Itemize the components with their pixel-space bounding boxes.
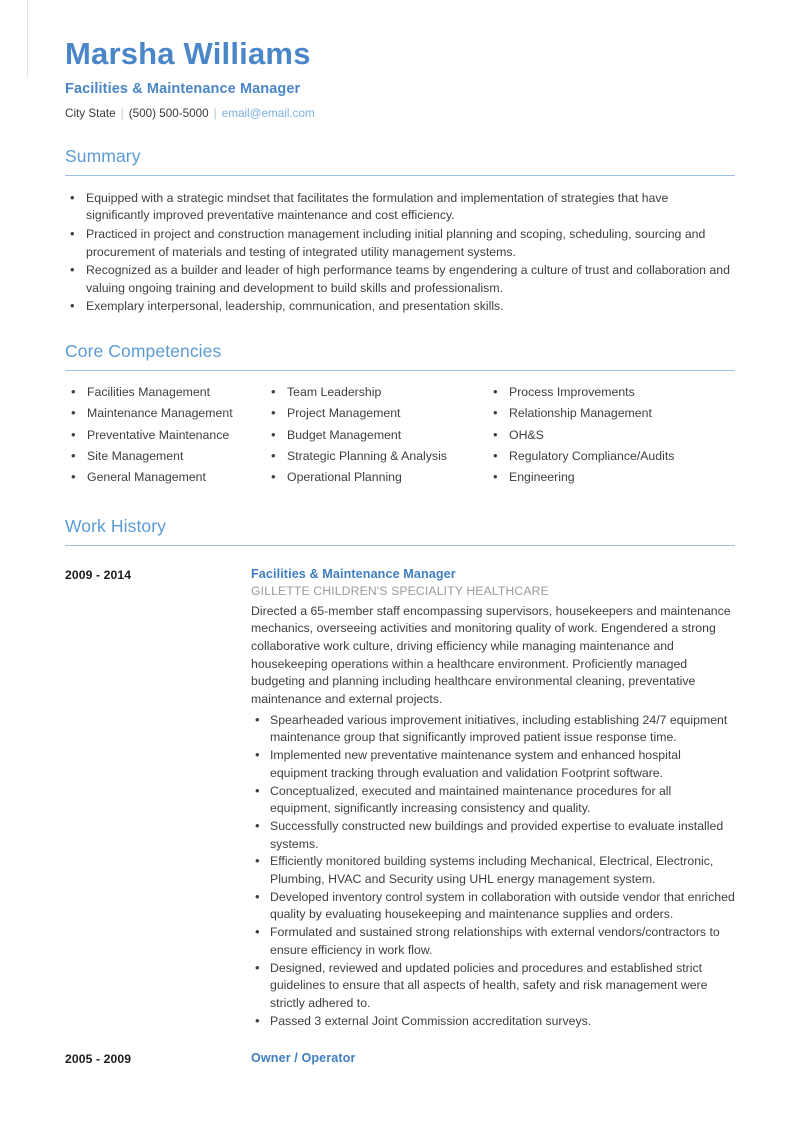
job-dates: 2009 - 2014 [65, 567, 132, 582]
list-item: Formulated and sustained strong relation… [251, 923, 735, 959]
competencies-column-3: Process Improvements Relationship Manage… [487, 383, 717, 491]
job-role: Owner / Operator [251, 1051, 356, 1066]
list-item: Developed inventory control system in co… [251, 888, 735, 924]
job-details: Facilities & Maintenance Manager GILLETT… [251, 567, 735, 1031]
competencies-section: Core Competencies Facilities Management … [65, 341, 735, 491]
job-dates: 2005 - 2009 [65, 1052, 132, 1067]
list-item: Passed 3 external Joint Commission accre… [251, 1012, 735, 1031]
job-description: Directed a 65-member staff encompassing … [251, 603, 731, 707]
competencies-heading: Core Competencies [65, 340, 222, 361]
summary-heading: Summary [65, 145, 141, 166]
list-item: OH&S [487, 426, 717, 445]
competencies-column-1: Facilities Management Maintenance Manage… [65, 383, 265, 491]
work-history-heading: Work History [65, 515, 167, 536]
list-item: Strategic Planning & Analysis [265, 447, 487, 466]
summary-rule [65, 174, 735, 176]
resume-header: Marsha Williams Facilities & Maintenance… [65, 0, 735, 121]
list-item: Process Improvements [487, 383, 717, 402]
contact-separator-1: | [120, 106, 124, 120]
summary-section: Summary Equipped with a strategic mindse… [65, 146, 735, 316]
summary-bullet-list: Equipped with a strategic mindset that f… [65, 189, 735, 316]
competencies-column-2: Team Leadership Project Management Budge… [265, 383, 487, 491]
list-item: Recognized as a builder and leader of hi… [65, 261, 735, 297]
list-item: Operational Planning [265, 468, 487, 487]
competencies-rule [65, 369, 735, 371]
contact-line: City State | (500) 500-5000 | email@email.co… [65, 106, 735, 121]
list-item: Relationship Management [487, 404, 717, 423]
list-item: Successfully constructed new buildings a… [251, 817, 735, 853]
list-item: Maintenance Management [65, 404, 265, 423]
resume-page: Marsha Williams Facilities & Maintenance… [0, 0, 800, 1135]
list-item: Facilities Management [65, 383, 265, 402]
page-edge-shadow [27, 0, 28, 78]
list-item: Project Management [265, 404, 487, 423]
contact-location: City State [65, 106, 116, 120]
list-item: Implemented new preventative maintenance… [251, 746, 735, 782]
job-company: GILLETTE CHILDREN'S SPECIALITY HEALTHCAR… [251, 583, 549, 598]
work-history-entry: 2009 - 2014 Facilities & Maintenance Man… [65, 567, 735, 1031]
candidate-name: Marsha Williams [65, 36, 311, 71]
candidate-title: Facilities & Maintenance Manager [65, 80, 301, 97]
list-item: Regulatory Compliance/Audits [487, 447, 717, 466]
job-achievement-list: Spearheaded various improvement initiati… [251, 711, 735, 1031]
list-item: Conceptualized, executed and maintained … [251, 782, 735, 818]
list-item: Preventative Maintenance [65, 426, 265, 445]
work-history-section: Work History 2009 - 2014 Facilities & Ma… [65, 515, 735, 1066]
list-item: Equipped with a strategic mindset that f… [65, 189, 735, 225]
contact-email[interactable]: email@email.com [222, 107, 315, 120]
job-details: Owner / Operator [251, 1051, 735, 1066]
list-item: Budget Management [265, 426, 487, 445]
contact-phone: (500) 500-5000 [128, 106, 209, 120]
list-item: General Management [65, 468, 265, 487]
job-role: Facilities & Maintenance Manager [251, 566, 456, 581]
list-item: Spearheaded various improvement initiati… [251, 711, 735, 747]
list-item: Exemplary interpersonal, leadership, com… [65, 297, 735, 316]
list-item: Efficiently monitored building systems i… [251, 852, 735, 888]
list-item: Team Leadership [265, 383, 487, 402]
list-item: Practiced in project and construction ma… [65, 225, 735, 261]
work-history-entry: 2005 - 2009 Owner / Operator [65, 1051, 735, 1066]
list-item: Site Management [65, 447, 265, 466]
list-item: Designed, reviewed and updated policies … [251, 959, 735, 1013]
competencies-columns: Facilities Management Maintenance Manage… [65, 383, 735, 491]
work-history-rule [65, 544, 735, 546]
list-item: Engineering [487, 468, 717, 487]
contact-separator-2: | [213, 106, 217, 120]
